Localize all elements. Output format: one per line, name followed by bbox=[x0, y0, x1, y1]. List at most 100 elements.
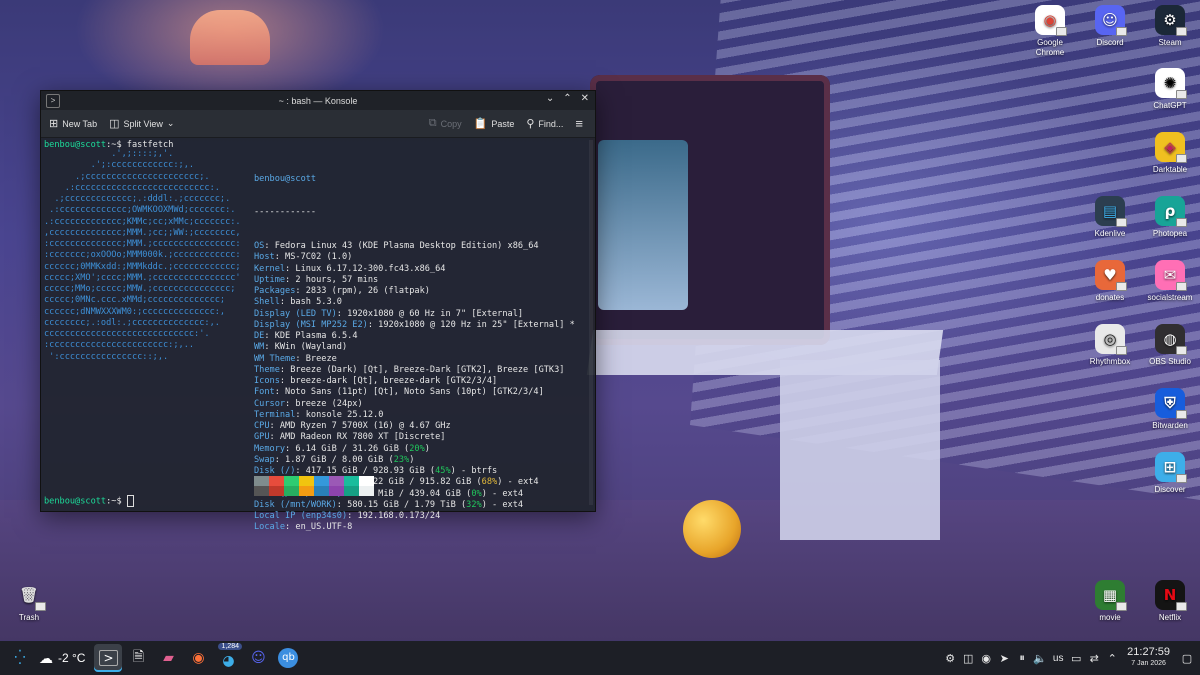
media-pause-icon[interactable]: ⏸ bbox=[1013, 651, 1031, 665]
desktop-icon-donates[interactable]: ♥ donates bbox=[1078, 260, 1142, 303]
info-line: Kernel: Linux 6.17.12-300.fc43.x86_64 bbox=[254, 263, 446, 274]
terminal-scrollbar[interactable] bbox=[589, 140, 593, 505]
weather-widget[interactable]: ☁ -2 °C bbox=[39, 650, 85, 667]
chevron-down-icon[interactable]: ⌄ bbox=[546, 93, 554, 104]
logo-line: .';:cccccccccccc:;,. bbox=[44, 160, 195, 171]
discover-icon: ⊞ bbox=[1155, 452, 1187, 483]
desktop-icon-label: movie bbox=[1099, 613, 1121, 622]
palette-swatch bbox=[284, 486, 299, 496]
application-launcher-button[interactable]: ⁛ bbox=[6, 644, 34, 672]
desktop-icon-darktable[interactable]: ◈ Darktable bbox=[1138, 132, 1200, 175]
weather-temperature: -2 °C bbox=[58, 651, 86, 665]
chevron-up-icon[interactable]: ⌃ bbox=[1103, 652, 1121, 665]
info-line: Cursor: breeze (24px) bbox=[254, 398, 363, 409]
steam-icon: ⚙ bbox=[1155, 5, 1187, 36]
socialstream-icon: ✉ bbox=[1155, 260, 1187, 291]
weather-cloud-icon: ☁ bbox=[39, 649, 53, 666]
info-percentage: 0% bbox=[471, 488, 482, 499]
desktop-icon-netflix[interactable]: N Netflix bbox=[1138, 580, 1200, 623]
info-line: Icons: breeze-dark [Qt], breeze-dark [GT… bbox=[254, 376, 498, 386]
info-line: Display (LED TV): 1920x1080 @ 60 Hz in 7… bbox=[254, 308, 524, 319]
new-tab-button[interactable]: ⊞ New Tab bbox=[49, 117, 97, 130]
desktop-icon-socialstream[interactable]: ✉ socialstream bbox=[1138, 260, 1200, 303]
desktop-icon-obs-studio[interactable]: ◍ OBS Studio bbox=[1138, 324, 1200, 367]
kde-launcher-icon: ⁛ bbox=[14, 650, 26, 666]
desktop-icon-label: socialstream bbox=[1147, 293, 1193, 302]
desktop-icon-label: Discover bbox=[1154, 485, 1186, 494]
donates-icon: ♥ bbox=[1095, 260, 1127, 291]
palette-swatch bbox=[344, 486, 359, 496]
info-line: Shell: bash 5.3.0 bbox=[254, 297, 342, 308]
paste-button[interactable]: 📋 Paste bbox=[474, 117, 515, 130]
desktop-icon-photopea[interactable]: ρ Photopea bbox=[1138, 196, 1200, 239]
window-titlebar[interactable]: > ~ : bash — Konsole ⌄ ⌃ ✕ bbox=[41, 91, 595, 110]
logo-line: :ccccccc;oxOOOo;MMM000k.;cccccccccccc: bbox=[44, 250, 241, 261]
chevron-up-icon[interactable]: ⌃ bbox=[563, 93, 571, 104]
desktop-icon-label: Photopea bbox=[1152, 229, 1188, 238]
konsole-toolbar: ⊞ New Tab ◫ Split View ⌄ ⧉ Copy 📋 Paste … bbox=[41, 110, 595, 138]
wallpaper-lamp bbox=[190, 10, 270, 65]
taskbar-firefox[interactable]: ◉ bbox=[184, 644, 212, 672]
taskbar-messenger[interactable]: 1,284 ◕ bbox=[214, 643, 242, 672]
settings-icon[interactable]: ⚙ bbox=[941, 652, 959, 665]
info-key: Terminal bbox=[254, 409, 296, 420]
terminal-app-icon[interactable]: > bbox=[46, 94, 60, 108]
network-icon[interactable]: ⇄ bbox=[1085, 652, 1103, 665]
copy-button[interactable]: ⧉ Copy bbox=[429, 117, 462, 130]
info-percentage: 23% bbox=[393, 454, 410, 465]
taskbar-discord[interactable]: ☺ bbox=[244, 644, 272, 672]
konsole-window[interactable]: > ~ : bash — Konsole ⌄ ⌃ ✕ ⊞ New Tab ◫ S… bbox=[40, 90, 596, 532]
taskbar-text-editor[interactable]: 🗎 bbox=[124, 644, 152, 672]
palette-swatch bbox=[269, 486, 284, 496]
logo-line: .:ccccccccccccc;KMMc;cc;xMMc;ccccccc:. bbox=[44, 216, 241, 227]
logo-line: .',;::::;,'. bbox=[44, 149, 174, 159]
info-percentage: 20% bbox=[409, 443, 425, 454]
info-key: Disk (/) bbox=[254, 466, 296, 476]
volume-icon[interactable]: 🔈 bbox=[1031, 652, 1049, 665]
desktop-icon-discover[interactable]: ⊞ Discover bbox=[1138, 452, 1200, 495]
taskbar-file-manager[interactable]: ▰ bbox=[154, 644, 182, 672]
keyboard-layout[interactable]: us bbox=[1049, 653, 1067, 664]
logo-line: .;ccccccccccccc;.:dddl:.;ccccccc;. bbox=[44, 194, 231, 204]
desktop-icon-label: Discord bbox=[1096, 38, 1124, 47]
taskbar-konsole[interactable]: > bbox=[94, 644, 123, 672]
logo-line: :cccccccccccccc;MMM.;cccccccccccccccc: bbox=[44, 239, 241, 249]
hamburger-menu-icon: ≡ bbox=[575, 116, 583, 131]
logo-line: .;cccccccccccccccccccccc;. bbox=[44, 171, 210, 182]
info-key: Packages bbox=[254, 286, 296, 296]
logo-line: .:cccccccccccccccccccccccccc:. bbox=[44, 182, 220, 193]
split-view-label: Split View bbox=[123, 118, 163, 129]
hamburger-menu-button[interactable]: ≡ bbox=[575, 116, 583, 131]
display-icon[interactable]: ▭ bbox=[1067, 652, 1085, 665]
paste-label: Paste bbox=[491, 118, 515, 129]
desktop-icon-steam[interactable]: ⚙ Steam bbox=[1138, 5, 1200, 48]
desktop-icon-google-chrome[interactable]: ◉ Google Chrome bbox=[1018, 5, 1082, 58]
camera-icon[interactable]: ◫ bbox=[959, 652, 977, 665]
document-icon: 🗎 bbox=[132, 649, 145, 665]
desktop-icon-trash[interactable]: 🗑 Trash bbox=[0, 580, 61, 623]
terminal-output[interactable]: benbou@scott:~$ fastfetch .',;::::;,'. .… bbox=[41, 138, 595, 532]
clock-date: 7 Jan 2026 bbox=[1131, 660, 1166, 667]
desktop-icon-rhythmbox[interactable]: ◎ Rhythmbox bbox=[1078, 324, 1142, 367]
digital-clock[interactable]: 21:27:59 7 Jan 2026 bbox=[1127, 647, 1170, 669]
taskbar-qbittorrent[interactable]: qb bbox=[274, 644, 302, 672]
show-desktop-icon[interactable]: ▢ bbox=[1178, 652, 1196, 665]
desktop-icon-label: OBS Studio bbox=[1149, 357, 1191, 366]
info-key: Icons bbox=[254, 376, 280, 386]
discord-icon: ☺ bbox=[1095, 5, 1127, 36]
info-key: Display (MSI MP252 E2) bbox=[254, 319, 368, 330]
trash-icon: 🗑 bbox=[14, 580, 46, 611]
find-button[interactable]: ⚲ Find... bbox=[526, 117, 563, 130]
info-key: Host bbox=[254, 252, 275, 263]
color-palette bbox=[254, 476, 374, 496]
desktop-icon-kdenlive[interactable]: ▤ Kdenlive bbox=[1078, 196, 1142, 239]
telegram-icon[interactable]: ➤ bbox=[995, 652, 1013, 665]
desktop-icon-bitwarden[interactable]: ⛨ Bitwarden bbox=[1138, 388, 1200, 431]
desktop-icon-movie[interactable]: ▦ movie bbox=[1078, 580, 1142, 623]
close-icon[interactable]: ✕ bbox=[581, 93, 589, 104]
steam-tray-icon[interactable]: ◉ bbox=[977, 652, 995, 665]
desktop-icon-discord[interactable]: ☺ Discord bbox=[1078, 5, 1142, 48]
desktop-icon-chatgpt[interactable]: ✺ ChatGPT bbox=[1138, 68, 1200, 111]
palette-swatch bbox=[344, 476, 359, 486]
split-view-button[interactable]: ◫ Split View ⌄ bbox=[109, 117, 174, 130]
